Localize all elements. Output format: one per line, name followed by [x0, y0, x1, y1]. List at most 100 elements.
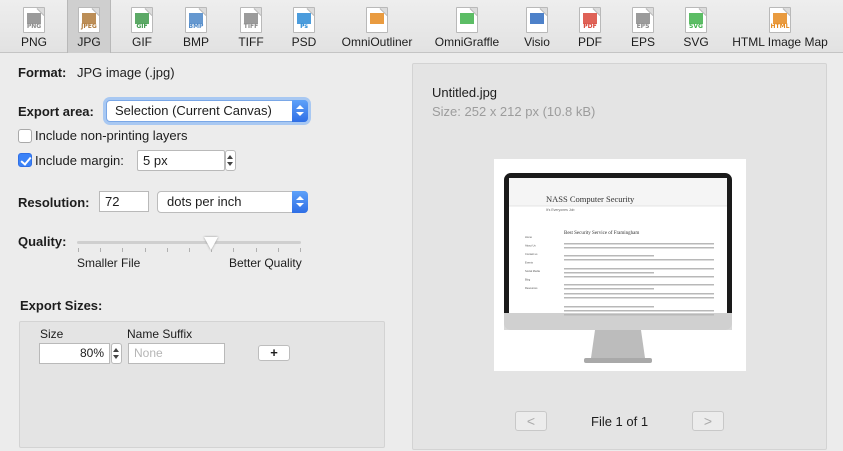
file-type-text: EPS	[636, 23, 650, 30]
file-counter: File 1 of 1	[591, 414, 649, 429]
site-text-line	[564, 243, 714, 245]
tab-gif[interactable]: GIF GIF	[122, 0, 162, 53]
export-area-label: Export area:	[18, 104, 94, 119]
tab-bmp[interactable]: BMP BMP	[174, 0, 218, 53]
slider-tick	[300, 248, 301, 252]
tab-label: Visio	[524, 35, 550, 49]
file-type-text: TIFF	[243, 23, 259, 30]
quality-slider-knob[interactable]	[204, 237, 218, 251]
include-margin-checkbox[interactable]	[18, 153, 32, 167]
tab-png[interactable]: PNG PNG	[10, 0, 58, 53]
site-text-line	[564, 255, 654, 257]
file-type-text: BMP	[188, 23, 204, 30]
next-file-button[interactable]: >	[692, 411, 724, 431]
site-text-line	[564, 310, 714, 312]
slider-tick	[255, 248, 257, 252]
tab-html-image-map[interactable]: HTML HTML Image Map	[730, 0, 830, 53]
site-nav-item: Blog	[525, 278, 531, 282]
quality-label: Quality:	[18, 234, 67, 249]
export-area-value: Selection (Current Canvas)	[115, 103, 272, 118]
site-nav-item: Home	[525, 235, 532, 239]
size-stepper[interactable]	[111, 343, 122, 364]
resolution-field[interactable]: 72	[99, 191, 149, 212]
size-column-header: Size	[40, 327, 64, 341]
tab-omnioutliner[interactable]: OmniOutliner	[340, 0, 414, 53]
export-area-popup[interactable]: Selection (Current Canvas)	[106, 100, 308, 122]
resolution-label: Resolution:	[18, 195, 90, 210]
slider-tick	[122, 248, 124, 252]
margin-field[interactable]: 5 px	[137, 150, 225, 171]
slider-tick	[144, 248, 146, 252]
suffix-field[interactable]: None	[128, 343, 225, 364]
site-text-line	[564, 306, 654, 308]
tab-label: SVG	[683, 35, 709, 49]
tab-label: HTML Image Map	[732, 35, 828, 49]
slider-tick	[189, 248, 190, 252]
resolution-unit-value: dots per inch	[167, 194, 242, 209]
site-nav-item: Events	[525, 261, 534, 265]
tab-eps[interactable]: EPS EPS	[622, 0, 664, 53]
popup-arrows-icon	[292, 100, 308, 122]
file-type-text: HTML	[770, 23, 790, 30]
nonprinting-layers-checkbox[interactable]	[18, 129, 32, 143]
format-value: JPG image (.jpg)	[77, 65, 175, 80]
format-label: Format:	[18, 65, 67, 80]
site-text-line	[564, 288, 654, 290]
omnigraffle-file-icon	[456, 7, 478, 33]
quality-slider-track[interactable]	[77, 241, 301, 244]
tab-visio[interactable]: Visio	[515, 0, 559, 53]
site-text-line	[564, 272, 654, 274]
site-nav-item: About Us	[525, 244, 536, 248]
gif-file-icon: GIF	[131, 7, 153, 33]
size-field[interactable]: 80%	[39, 343, 110, 364]
tiff-file-icon: TIFF	[240, 7, 262, 33]
psd-file-icon: Ps	[293, 7, 315, 33]
site-title: NASS Computer Security	[546, 194, 635, 204]
tab-omnigraffle[interactable]: OmniGraffle	[430, 0, 504, 53]
tab-label: PNG	[20, 35, 47, 49]
site-nav-item: Contact us	[525, 252, 538, 256]
tab-label: BMP	[182, 35, 209, 49]
file-type-text: JPEG	[81, 23, 97, 30]
tab-label: PSD	[291, 35, 317, 49]
site-nav-item: Resources	[525, 286, 538, 290]
nonprinting-layers-label: Include non-printing layers	[35, 128, 188, 143]
svg-file-icon: SVG	[685, 7, 707, 33]
omnioutliner-file-icon	[366, 7, 388, 33]
export-sizes-label: Export Sizes:	[20, 298, 103, 313]
tab-label: JPG	[77, 35, 101, 49]
resolution-unit-popup[interactable]: dots per inch	[157, 191, 308, 213]
suffix-column-header: Name Suffix	[127, 327, 193, 341]
margin-stepper[interactable]	[225, 150, 236, 171]
preview-thumbnail: NASS Computer Security It's Everyones Jo…	[494, 159, 746, 371]
tab-jpg[interactable]: JPEG JPG	[67, 0, 111, 53]
preview-filesize: Size: 252 x 212 px (10.8 kB)	[432, 104, 596, 119]
tab-label: OmniGraffle	[434, 35, 500, 49]
tab-psd[interactable]: Ps PSD	[283, 0, 325, 53]
site-text-line	[564, 314, 714, 316]
monitor-image: NASS Computer Security It's Everyones Jo…	[504, 173, 732, 363]
tab-svg[interactable]: SVG SVG	[676, 0, 716, 53]
quality-min-label: Smaller File	[77, 256, 141, 270]
slider-tick	[233, 248, 235, 252]
tab-label: TIFF	[238, 35, 264, 49]
tab-pdf[interactable]: PDF PDF	[568, 0, 612, 53]
tab-label: EPS	[630, 35, 655, 49]
slider-tick	[277, 248, 279, 252]
format-toolbar: PNG PNG JPEG JPG GIF GIF BMP BMP TIFF TIFF Ps PSD Om…	[0, 0, 843, 53]
preview-filename: Untitled.jpg	[432, 85, 498, 100]
site-text-line	[564, 268, 714, 270]
site-text-line	[564, 276, 714, 278]
site-text-line	[564, 297, 714, 299]
pdf-file-icon: PDF	[579, 7, 601, 33]
site-text-line	[564, 259, 714, 261]
eps-file-icon: EPS	[632, 7, 654, 33]
slider-tick	[100, 248, 102, 252]
jpg-file-icon: JPEG	[78, 7, 100, 33]
add-size-button[interactable]: +	[258, 345, 290, 361]
export-sizes-panel	[19, 321, 385, 448]
previous-file-button[interactable]: <	[515, 411, 547, 431]
tab-tiff[interactable]: TIFF TIFF	[230, 0, 272, 53]
site-text-line	[564, 293, 714, 295]
slider-tick	[78, 248, 79, 252]
